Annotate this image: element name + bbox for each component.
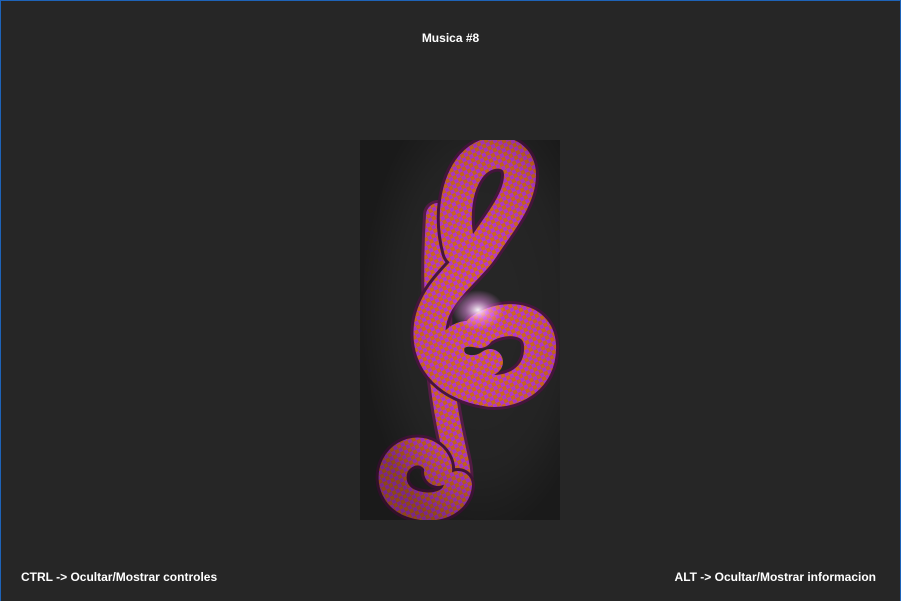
treble-clef-icon: [360, 133, 560, 524]
alt-hint: ALT -> Ocultar/Mostrar informacion: [674, 570, 876, 584]
3d-viewport[interactable]: [360, 133, 560, 524]
ctrl-hint: CTRL -> Ocultar/Mostrar controles: [21, 570, 218, 584]
scene-title: Musica #8: [421, 31, 480, 45]
